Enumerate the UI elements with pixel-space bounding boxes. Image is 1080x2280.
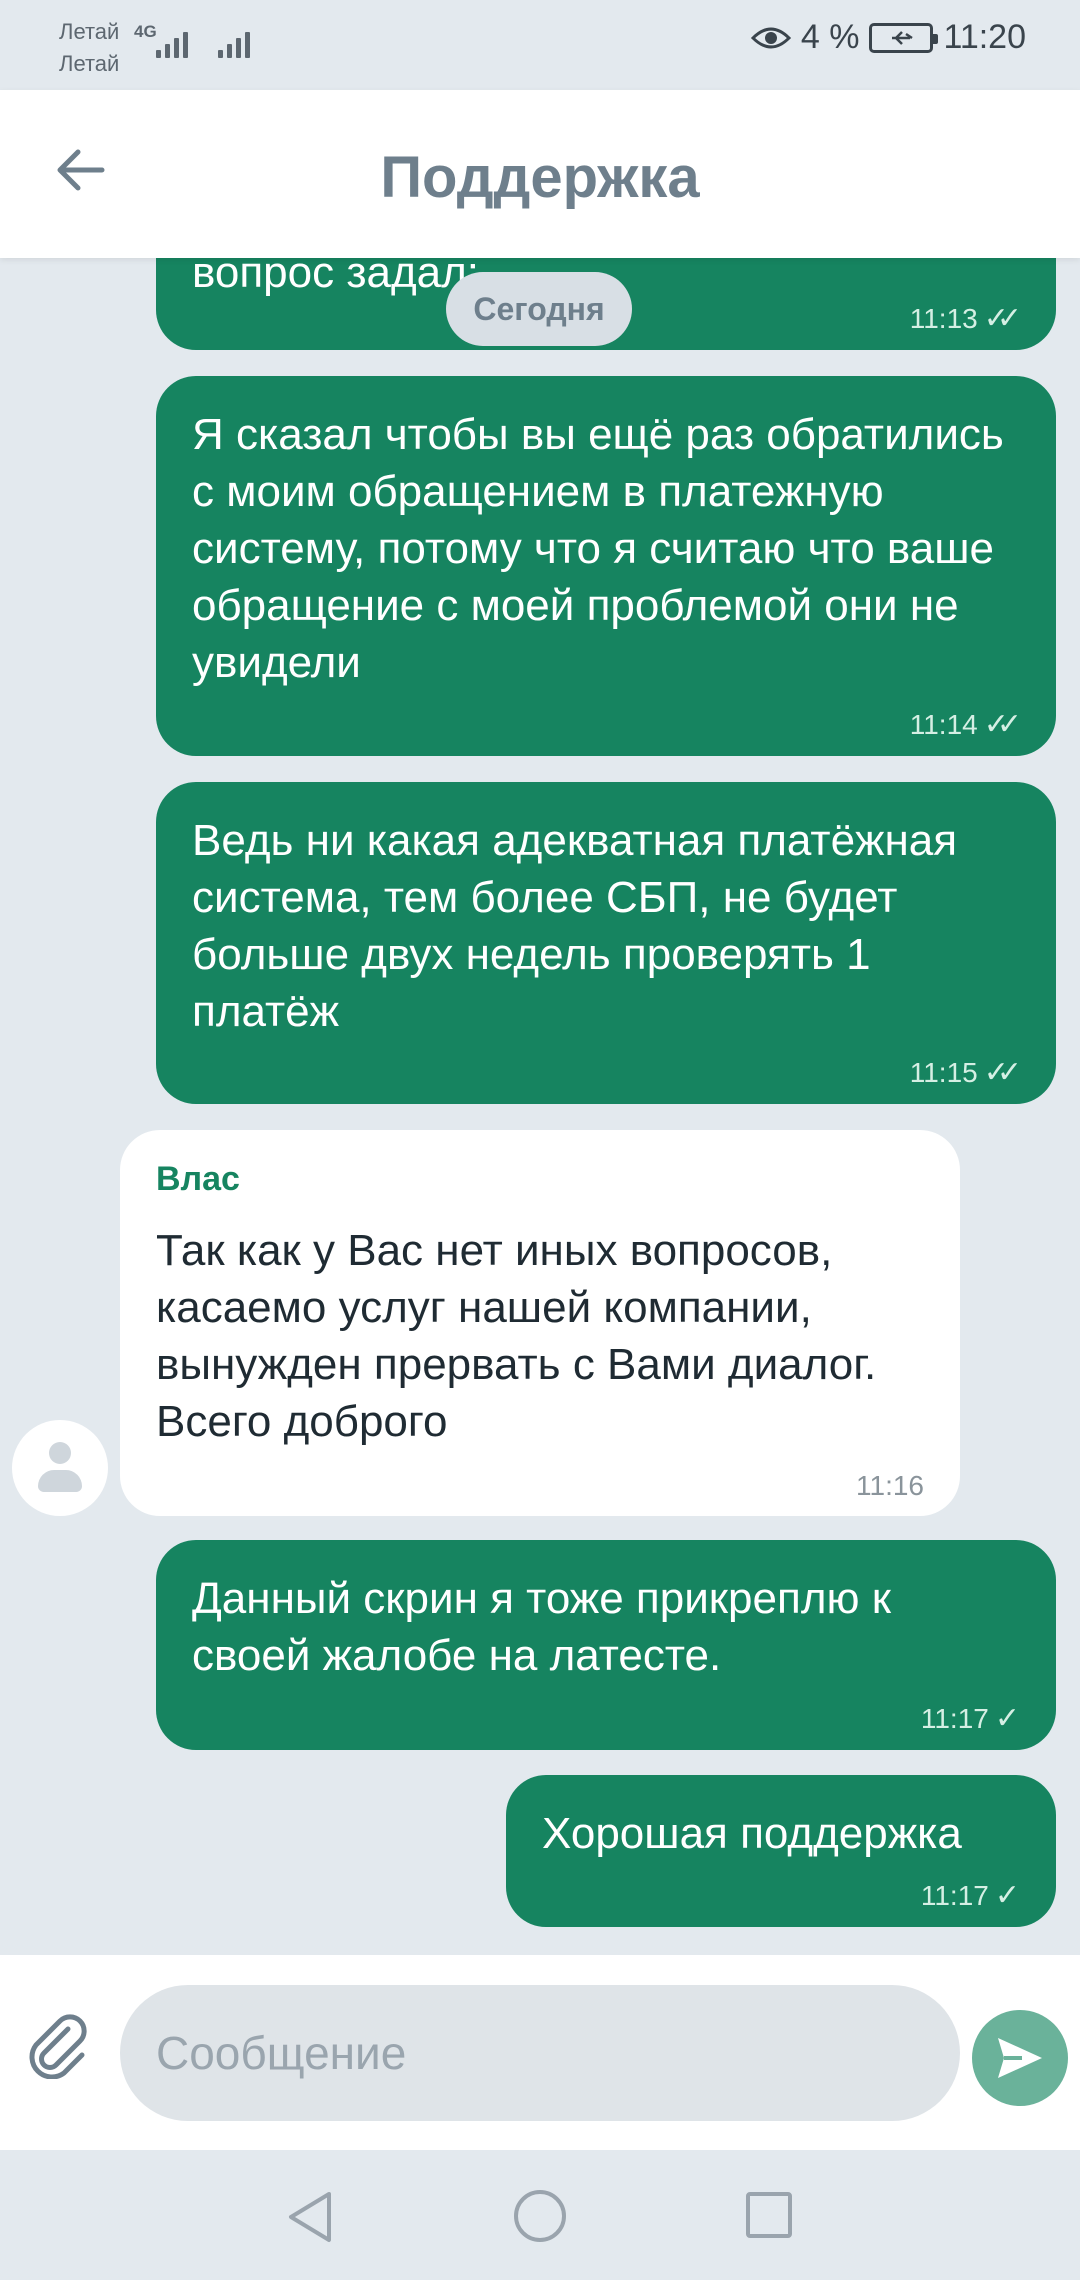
date-separator: Сегодня	[446, 272, 632, 346]
message-bubble[interactable]: Я сказал чтобы вы ещё раз обратились с м…	[156, 376, 1056, 756]
message-bubble[interactable]: Ведь ни какая адекватная платёжная систе…	[156, 782, 1056, 1104]
clock: 11:20	[943, 18, 1026, 56]
double-check-icon: ✓✓	[983, 1056, 1022, 1089]
paperclip-icon	[29, 2014, 87, 2080]
nav-home-icon[interactable]	[514, 2190, 566, 2242]
nav-recents-icon[interactable]	[746, 2192, 792, 2238]
message-time: 11:15	[909, 1056, 978, 1088]
sender-name: Влас	[156, 1160, 240, 1198]
message-time: 11:16	[856, 1470, 924, 1501]
message-meta: 11:16	[856, 1470, 924, 1502]
double-check-icon: ✓✓	[983, 302, 1022, 335]
check-icon: ✓	[994, 1879, 1020, 1912]
message-meta: 11:17 ✓	[921, 1701, 1020, 1736]
message-text: Данный скрин я тоже прикреплю к своей жа…	[192, 1574, 891, 1680]
carrier-1: Летай	[59, 19, 120, 44]
chat-header: Поддержка	[0, 90, 1080, 258]
message-text: Так как у Вас нет иных вопросов, касаемо…	[156, 1226, 877, 1446]
check-icon: ✓	[994, 1702, 1020, 1735]
signal-1-icon	[156, 22, 188, 58]
message-time: 11:17	[920, 1879, 989, 1911]
network-type: 4G	[134, 22, 157, 41]
nav-back-icon[interactable]	[285, 2190, 335, 2244]
message-list[interactable]: вопрос задал: 11:13 ✓✓ Сегодня Я сказал …	[0, 258, 1080, 1955]
battery-icon	[869, 22, 939, 53]
message-time: 11:17	[920, 1702, 989, 1734]
double-check-icon: ✓✓	[983, 708, 1022, 741]
composer	[0, 1955, 1080, 2150]
message-bubble[interactable]: Данный скрин я тоже прикреплю к своей жа…	[156, 1540, 1056, 1750]
signal-2-icon	[218, 22, 250, 58]
message-bubble[interactable]: Хорошая поддержка 11:17 ✓	[506, 1775, 1056, 1927]
attach-button[interactable]	[22, 2007, 94, 2080]
message-meta: 11:13 ✓✓	[909, 301, 1022, 336]
message-time: 11:13	[909, 302, 978, 334]
message-meta: 11:15 ✓✓	[909, 1055, 1022, 1090]
send-icon	[998, 2038, 1042, 2078]
page-title: Поддержка	[380, 145, 700, 210]
message-meta: 11:17 ✓	[921, 1878, 1020, 1913]
message-time: 11:14	[909, 708, 978, 740]
message-text: Ведь ни какая адекватная платёжная систе…	[192, 816, 958, 1036]
carrier-2: Летай	[59, 51, 120, 76]
message-text: Хорошая поддержка	[542, 1809, 962, 1858]
message-bubble-incoming[interactable]: Влас Так как у Вас нет иных вопросов, ка…	[120, 1130, 960, 1516]
eye-icon	[750, 27, 791, 48]
battery-percent: 4 %	[800, 18, 860, 56]
message-text: Я сказал чтобы вы ещё раз обратились с м…	[192, 410, 1004, 687]
message-input[interactable]	[120, 1985, 960, 2121]
send-button[interactable]	[972, 2010, 1068, 2106]
status-right: 4 % 11:20	[750, 18, 1026, 57]
system-nav-bar	[0, 2150, 1080, 2280]
avatar[interactable]	[12, 1420, 108, 1516]
message-meta: 11:14 ✓✓	[909, 707, 1022, 742]
status-bar: Летай Летай 4G 4 % 11:20	[0, 0, 1080, 90]
carrier-labels: Летай Летай	[59, 16, 119, 80]
